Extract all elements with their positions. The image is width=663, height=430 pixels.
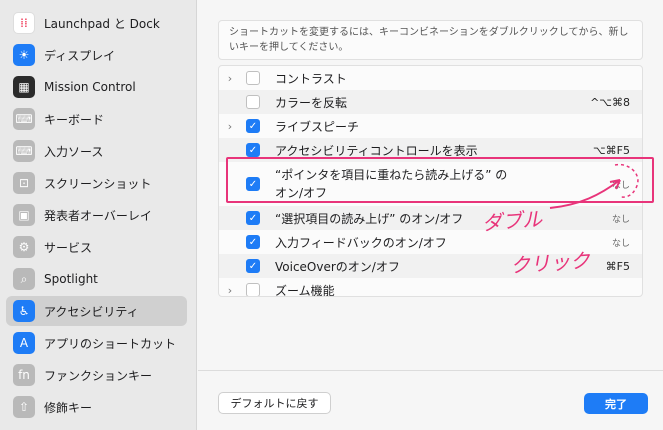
sidebar-item-label: スクリーンショット [44, 176, 152, 191]
sidebar-item-label: Mission Control [44, 80, 136, 94]
sidebar-item-label: Launchpad と Dock [44, 16, 160, 31]
sidebar-item[interactable]: ⊡ スクリーンショット [6, 168, 187, 198]
annotation-text-line2: クリック [509, 248, 591, 278]
sidebar-item-label: サービス [44, 240, 93, 255]
shortcut-label: 入力フィードバックのオン/オフ [275, 235, 447, 250]
annotation-arrow [549, 163, 639, 209]
shortcut-checkbox[interactable]: ✓ [246, 211, 260, 225]
sidebar: ⁞⁞ Launchpad と Dock ☀ ディスプレイ ▦ Mission Contro… [0, 0, 197, 430]
input-source-icon: ⌨ [13, 140, 35, 162]
sidebar-item[interactable]: ⌕ Spotlight [6, 264, 187, 294]
disclosure-chevron-icon[interactable]: › [225, 284, 235, 297]
shortcut-checkbox[interactable]: ✓ [246, 119, 260, 133]
shortcut-key-combo[interactable]: ⌘F5 [606, 260, 630, 273]
sidebar-item-label: ディスプレイ [44, 48, 116, 63]
shortcut-label: ライブスピーチ [275, 119, 360, 134]
presenter-overlay-icon: ▣ [13, 204, 35, 226]
shortcut-checkbox[interactable] [246, 283, 260, 296]
sidebar-item[interactable]: ⌨ 入力ソース [6, 136, 187, 166]
shortcut-key-combo[interactable]: ^⌥⌘8 [590, 96, 630, 109]
done-button[interactable]: 完了 [584, 393, 648, 414]
shortcut-checkbox[interactable]: ✓ [246, 259, 260, 273]
shortcut-label: アクセシビリティコントロールを表示 [275, 143, 478, 158]
shortcut-label: ズーム機能 [275, 283, 335, 297]
footer-divider [198, 370, 663, 371]
shortcut-key-combo[interactable]: なし [612, 236, 630, 249]
shortcut-checkbox[interactable]: ✓ [246, 235, 260, 249]
sidebar-item-label: Spotlight [44, 272, 98, 286]
launchpad-icon: ⁞⁞ [13, 12, 35, 34]
disclosure-chevron-icon[interactable]: › [225, 72, 235, 85]
sidebar-item[interactable]: A アプリのショートカット [6, 328, 187, 358]
annotation-text-line1: ダブル [481, 206, 543, 236]
instruction-text: ショートカットを変更するには、キーコンビネーションをダブルクリックしてから、新し… [218, 20, 643, 60]
shortcut-label: VoiceOverのオン/オフ [275, 259, 400, 274]
shortcut-row[interactable]: › ✓ ライブスピーチ [219, 114, 642, 138]
modifier-keys-icon: ⇧ [13, 396, 35, 418]
shortcut-checkbox[interactable]: ✓ [246, 143, 260, 157]
sidebar-item-label: 発表者オーバーレイ [44, 208, 152, 223]
sidebar-item[interactable]: ⌨ キーボード [6, 104, 187, 134]
mission-control-icon: ▦ [13, 76, 35, 98]
shortcut-checkbox[interactable] [246, 71, 260, 85]
sidebar-item[interactable]: ⇧ 修飾キー [6, 392, 187, 422]
shortcut-row[interactable]: › ズーム機能 [219, 278, 642, 297]
shortcut-key-combo[interactable]: ⌥⌘F5 [593, 144, 630, 157]
sidebar-item[interactable]: ☀ ディスプレイ [6, 40, 187, 70]
sidebar-item-label: アクセシビリティ [44, 304, 139, 319]
display-icon: ☀ [13, 44, 35, 66]
sidebar-item[interactable]: ⁞⁞ Launchpad と Dock [6, 8, 187, 38]
sidebar-item-label: ファンクションキー [44, 368, 153, 383]
shortcut-label: コントラスト [275, 71, 347, 86]
shortcut-row[interactable]: カラーを反転 ^⌥⌘8 [219, 90, 642, 114]
sidebar-item[interactable]: ▦ Mission Control [6, 72, 187, 102]
sidebar-item[interactable]: ♿ アクセシビリティ [6, 296, 187, 326]
sidebar-item[interactable]: fn ファンクションキー [6, 360, 187, 390]
sidebar-item-label: 修飾キー [44, 400, 93, 415]
keyboard-icon: ⌨ [13, 108, 35, 130]
sidebar-item[interactable]: ▣ 発表者オーバーレイ [6, 200, 187, 230]
spotlight-icon: ⌕ [13, 268, 35, 290]
shortcut-label: カラーを反転 [275, 95, 348, 110]
sidebar-item-label: キーボード [44, 112, 105, 127]
shortcut-row[interactable]: › コントラスト [219, 66, 642, 90]
disclosure-chevron-icon[interactable]: › [225, 120, 235, 133]
screenshot-icon: ⊡ [13, 172, 35, 194]
function-keys-icon: fn [13, 364, 35, 386]
accessibility-icon: ♿ [13, 300, 35, 322]
shortcut-checkbox[interactable] [246, 95, 260, 109]
sidebar-item[interactable]: ⚙ サービス [6, 232, 187, 262]
app-shortcuts-icon: A [13, 332, 35, 354]
restore-defaults-button[interactable]: デフォルトに戻す [218, 392, 331, 414]
services-icon: ⚙ [13, 236, 35, 258]
shortcut-label: “選択項目の読み上げ” のオン/オフ [275, 211, 464, 226]
sidebar-item-label: 入力ソース [44, 144, 104, 159]
sidebar-item-label: アプリのショートカット [44, 336, 177, 351]
